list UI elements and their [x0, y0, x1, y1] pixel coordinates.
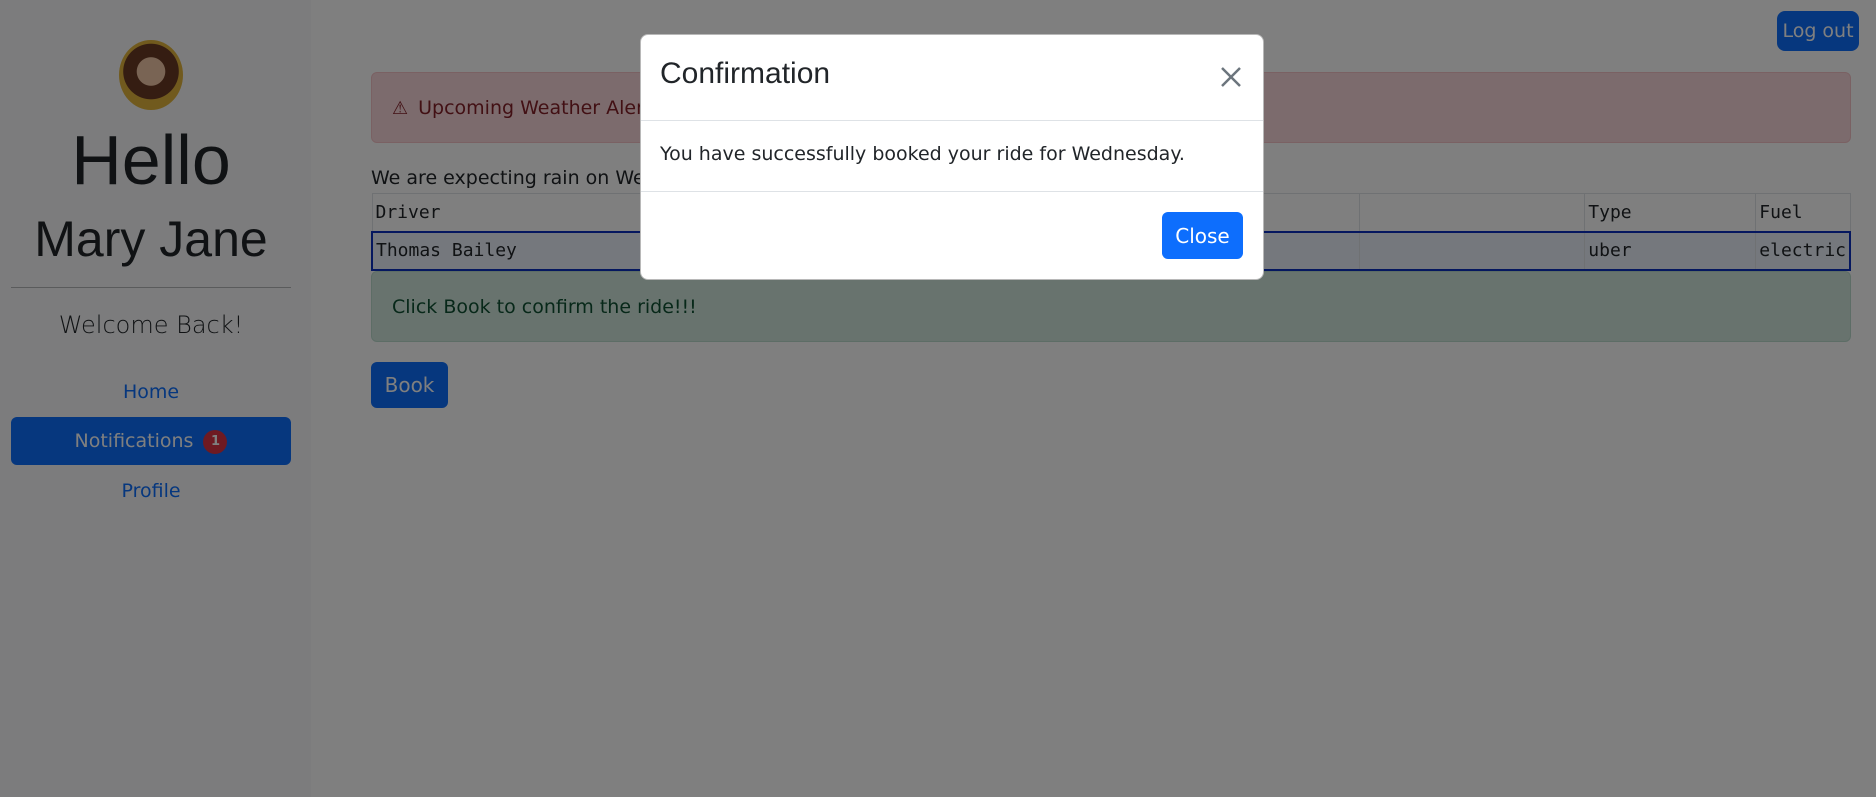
modal-title: Confirmation	[660, 57, 831, 90]
modal-header: Confirmation	[641, 35, 1263, 121]
modal-message: You have successfully booked your ride f…	[641, 121, 1263, 192]
close-button[interactable]: Close	[1162, 212, 1243, 259]
modal-footer: Close	[641, 192, 1263, 280]
confirmation-modal: Confirmation You have successfully booke…	[640, 34, 1264, 280]
close-icon[interactable]	[1217, 63, 1245, 91]
